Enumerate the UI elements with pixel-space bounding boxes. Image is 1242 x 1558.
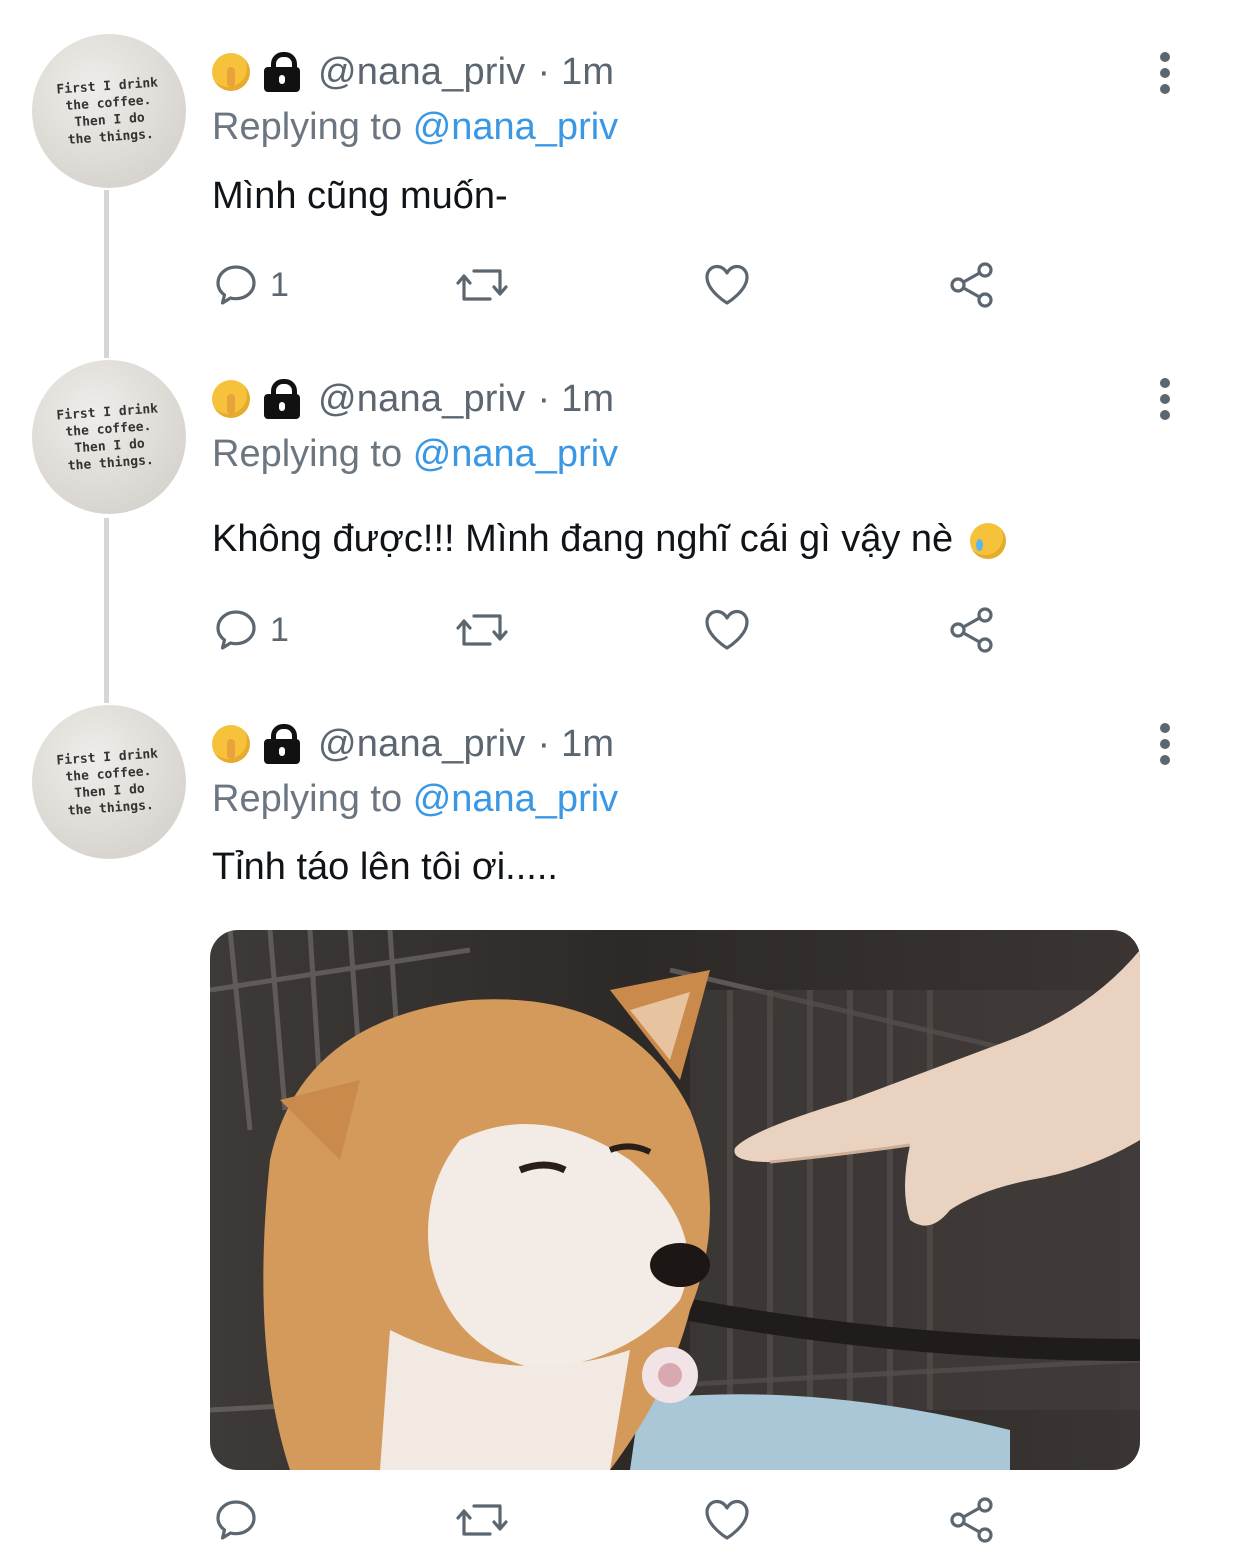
- tweet[interactable]: First I drink the coffee. Then I do the …: [0, 340, 1242, 685]
- tweet-header: @nana_priv · 1m: [212, 377, 614, 421]
- mention-link[interactable]: @nana_priv: [413, 433, 618, 475]
- mention-link[interactable]: @nana_priv: [413, 778, 618, 820]
- reply-button[interactable]: 1: [212, 605, 289, 655]
- avatar-text: First I drink the coffee. Then I do the …: [55, 75, 159, 148]
- tweet-photo[interactable]: [210, 930, 1140, 1470]
- lock-icon: [262, 52, 302, 92]
- heart-icon: [705, 264, 749, 305]
- reply-icon: [216, 1500, 256, 1540]
- replying-prefix: Replying to: [212, 433, 403, 475]
- retweet-icon: [456, 269, 508, 301]
- like-button[interactable]: [702, 605, 752, 655]
- reply-count: 1: [270, 610, 289, 649]
- replying-prefix: Replying to: [212, 106, 403, 148]
- tweet-text: Tỉnh táo lên tôi ơi.....: [212, 843, 558, 891]
- avatar[interactable]: First I drink the coffee. Then I do the …: [32, 34, 186, 188]
- tweet-text-content: Mình cũng muốn-: [212, 175, 508, 217]
- tweet[interactable]: First I drink the coffee. Then I do the …: [0, 0, 1242, 340]
- tweet-text: Mình cũng muốn-: [212, 172, 508, 220]
- tweet-header: @nana_priv · 1m: [212, 722, 614, 766]
- crying-face-icon: [969, 522, 1006, 559]
- mention-link[interactable]: @nana_priv: [413, 106, 618, 148]
- tweet-actions: [212, 1495, 1112, 1545]
- user-handle[interactable]: @nana_priv: [318, 51, 525, 94]
- replying-to: Replying to @nana_priv: [212, 776, 618, 822]
- tweet-text-content: Không được!!! Mình đang nghĩ cái gì vậy …: [212, 518, 954, 560]
- timestamp[interactable]: · 1m: [537, 378, 614, 421]
- share-icon: [950, 262, 993, 308]
- tweet-text-content: Tỉnh táo lên tôi ơi.....: [212, 846, 558, 888]
- share-icon: [950, 1497, 993, 1543]
- avatar[interactable]: First I drink the coffee. Then I do the …: [32, 360, 186, 514]
- share-button[interactable]: [947, 605, 997, 655]
- lock-icon: [262, 379, 302, 419]
- more-vertical-icon[interactable]: [1160, 723, 1172, 765]
- replying-prefix: Replying to: [212, 778, 403, 820]
- more-vertical-icon[interactable]: [1160, 378, 1172, 420]
- reply-count: 1: [270, 265, 289, 304]
- heart-icon: [705, 1499, 749, 1540]
- retweet-button[interactable]: [454, 605, 510, 655]
- tweet-header: @nana_priv · 1m: [212, 50, 614, 94]
- replying-to: Replying to @nana_priv: [212, 431, 618, 477]
- share-button[interactable]: [947, 1495, 997, 1545]
- like-button[interactable]: [702, 260, 752, 310]
- tweet-actions: 1: [212, 605, 1112, 655]
- retweet-button[interactable]: [454, 260, 510, 310]
- timestamp[interactable]: · 1m: [537, 723, 614, 766]
- reply-button[interactable]: 1: [212, 260, 289, 310]
- share-icon: [950, 607, 993, 653]
- reply-icon: [216, 265, 256, 305]
- user-handle[interactable]: @nana_priv: [318, 378, 525, 421]
- retweet-button[interactable]: [454, 1495, 510, 1545]
- shushing-face-icon: [212, 725, 250, 763]
- reply-icon: [216, 610, 256, 650]
- replying-to: Replying to @nana_priv: [212, 104, 618, 150]
- user-handle[interactable]: @nana_priv: [318, 723, 525, 766]
- lock-icon: [262, 724, 302, 764]
- avatar-text: First I drink the coffee. Then I do the …: [55, 401, 159, 474]
- retweet-icon: [456, 1504, 508, 1536]
- like-button[interactable]: [702, 1495, 752, 1545]
- more-vertical-icon[interactable]: [1160, 52, 1172, 94]
- avatar[interactable]: First I drink the coffee. Then I do the …: [32, 705, 186, 859]
- tweet-text: Không được!!! Mình đang nghĩ cái gì vậy …: [212, 515, 1006, 563]
- tweet-actions: 1: [212, 260, 1112, 310]
- shushing-face-icon: [212, 53, 250, 91]
- retweet-icon: [456, 614, 508, 646]
- heart-icon: [705, 609, 749, 650]
- share-button[interactable]: [947, 260, 997, 310]
- reply-button[interactable]: [212, 1495, 260, 1545]
- timestamp[interactable]: · 1m: [537, 51, 614, 94]
- avatar-text: First I drink the coffee. Then I do the …: [55, 746, 159, 819]
- shushing-face-icon: [212, 380, 250, 418]
- shiba-dog-photo: [210, 930, 1140, 1470]
